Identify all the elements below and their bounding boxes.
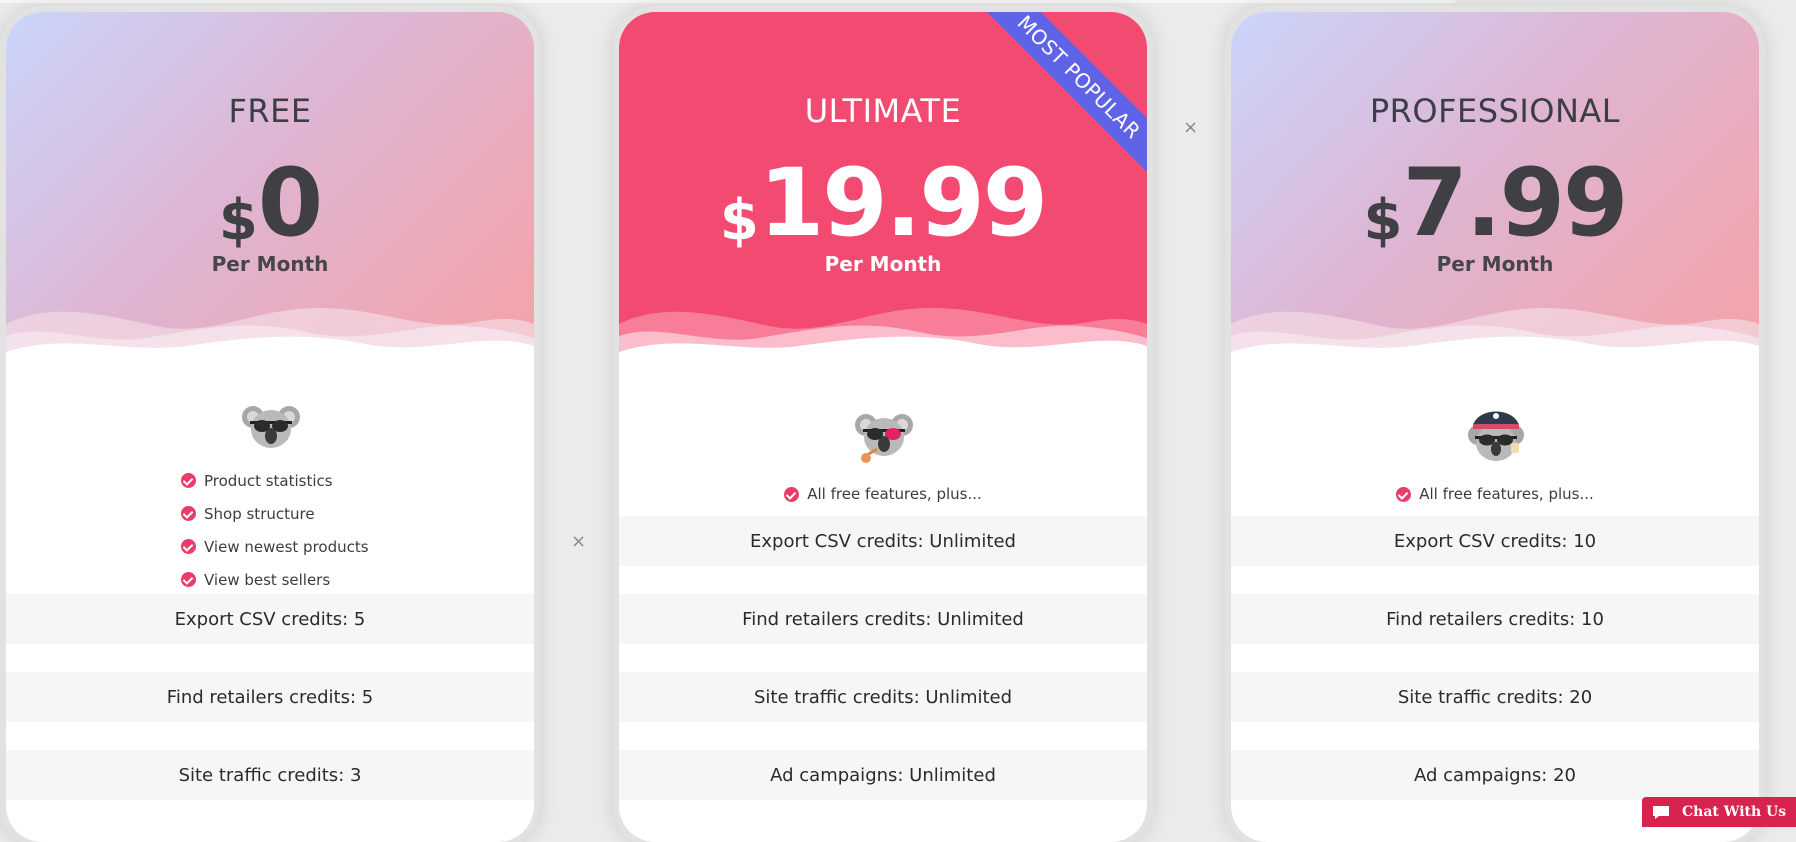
plan-price: $7.99 <box>1231 157 1759 251</box>
feature-label: Shop structure <box>204 504 315 523</box>
check-circle-icon <box>784 486 800 502</box>
plan-price: $0 <box>6 157 534 251</box>
plan-title: FREE <box>228 92 312 130</box>
feature-item: View best sellers <box>181 563 369 596</box>
currency-symbol: $ <box>1363 188 1403 253</box>
wave-divider <box>619 307 1147 392</box>
feature-label: View best sellers <box>204 570 331 589</box>
credit-row: Site traffic credits: 3 <box>6 750 534 800</box>
credit-row: Find retailers credits: 10 <box>1231 594 1759 644</box>
plan-card-ultimate: ULTIMATE $19.99 Per Month MOST POPULAR A… <box>619 12 1147 842</box>
price-period: Per Month <box>824 252 942 276</box>
feature-item: Product statistics <box>181 464 369 497</box>
feature-item: All free features, plus... <box>619 485 1147 503</box>
feature-item: All free features, plus... <box>1231 485 1759 503</box>
currency-symbol: $ <box>218 188 258 253</box>
check-circle-icon <box>181 473 196 488</box>
top-edge <box>0 0 1455 3</box>
credit-row: Export CSV credits: 10 <box>1231 516 1759 566</box>
price-period: Per Month <box>211 252 329 276</box>
close-icon[interactable]: × <box>571 533 586 551</box>
feature-list: Product statistics Shop structure View n… <box>181 464 369 596</box>
plan-card-free: FREE $0 Per Month Product statistics Sho… <box>6 12 534 842</box>
plan-title: PROFESSIONAL <box>1369 92 1621 130</box>
wave-divider <box>1231 307 1759 392</box>
check-circle-icon <box>181 506 196 521</box>
most-popular-ribbon: MOST POPULAR <box>957 12 1147 202</box>
credit-row: Find retailers credits: 5 <box>6 672 534 722</box>
credit-row: Export CSV credits: Unlimited <box>619 516 1147 566</box>
currency-symbol: $ <box>719 188 759 253</box>
check-circle-icon <box>181 539 196 554</box>
koala-glasses-icon <box>242 406 300 448</box>
feature-item: Shop structure <box>181 497 369 530</box>
feature-label: View newest products <box>204 537 369 556</box>
price-amount: 0 <box>257 149 323 258</box>
credit-row: Site traffic credits: 20 <box>1231 672 1759 722</box>
feature-label: All free features, plus... <box>1419 485 1594 503</box>
chat-label: Chat With Us <box>1682 804 1787 820</box>
credit-row: Find retailers credits: Unlimited <box>619 594 1147 644</box>
check-circle-icon <box>1396 486 1412 502</box>
chat-with-us-button[interactable]: Chat With Us <box>1642 797 1796 827</box>
feature-label: All free features, plus... <box>807 485 982 503</box>
credit-row: Ad campaigns: Unlimited <box>619 750 1147 800</box>
ribbon-label: MOST POPULAR <box>973 12 1147 183</box>
price-period: Per Month <box>1436 252 1554 276</box>
close-icon[interactable]: × <box>1183 119 1198 137</box>
feature-label: Product statistics <box>204 471 333 490</box>
credit-row: Export CSV credits: 5 <box>6 594 534 644</box>
plan-card-professional: PROFESSIONAL $7.99 Per Month All free fe… <box>1231 12 1759 842</box>
chat-bubble-icon <box>1653 805 1669 819</box>
koala-pirate-hat-icon <box>1468 411 1524 461</box>
check-circle-icon <box>181 572 196 587</box>
koala-pirate-pipe-icon <box>855 414 913 463</box>
wave-divider <box>6 307 534 392</box>
feature-item: View newest products <box>181 530 369 563</box>
price-amount: 7.99 <box>1402 149 1629 258</box>
credit-row: Ad campaigns: 20 <box>1231 750 1759 800</box>
credit-row: Site traffic credits: Unlimited <box>619 672 1147 722</box>
